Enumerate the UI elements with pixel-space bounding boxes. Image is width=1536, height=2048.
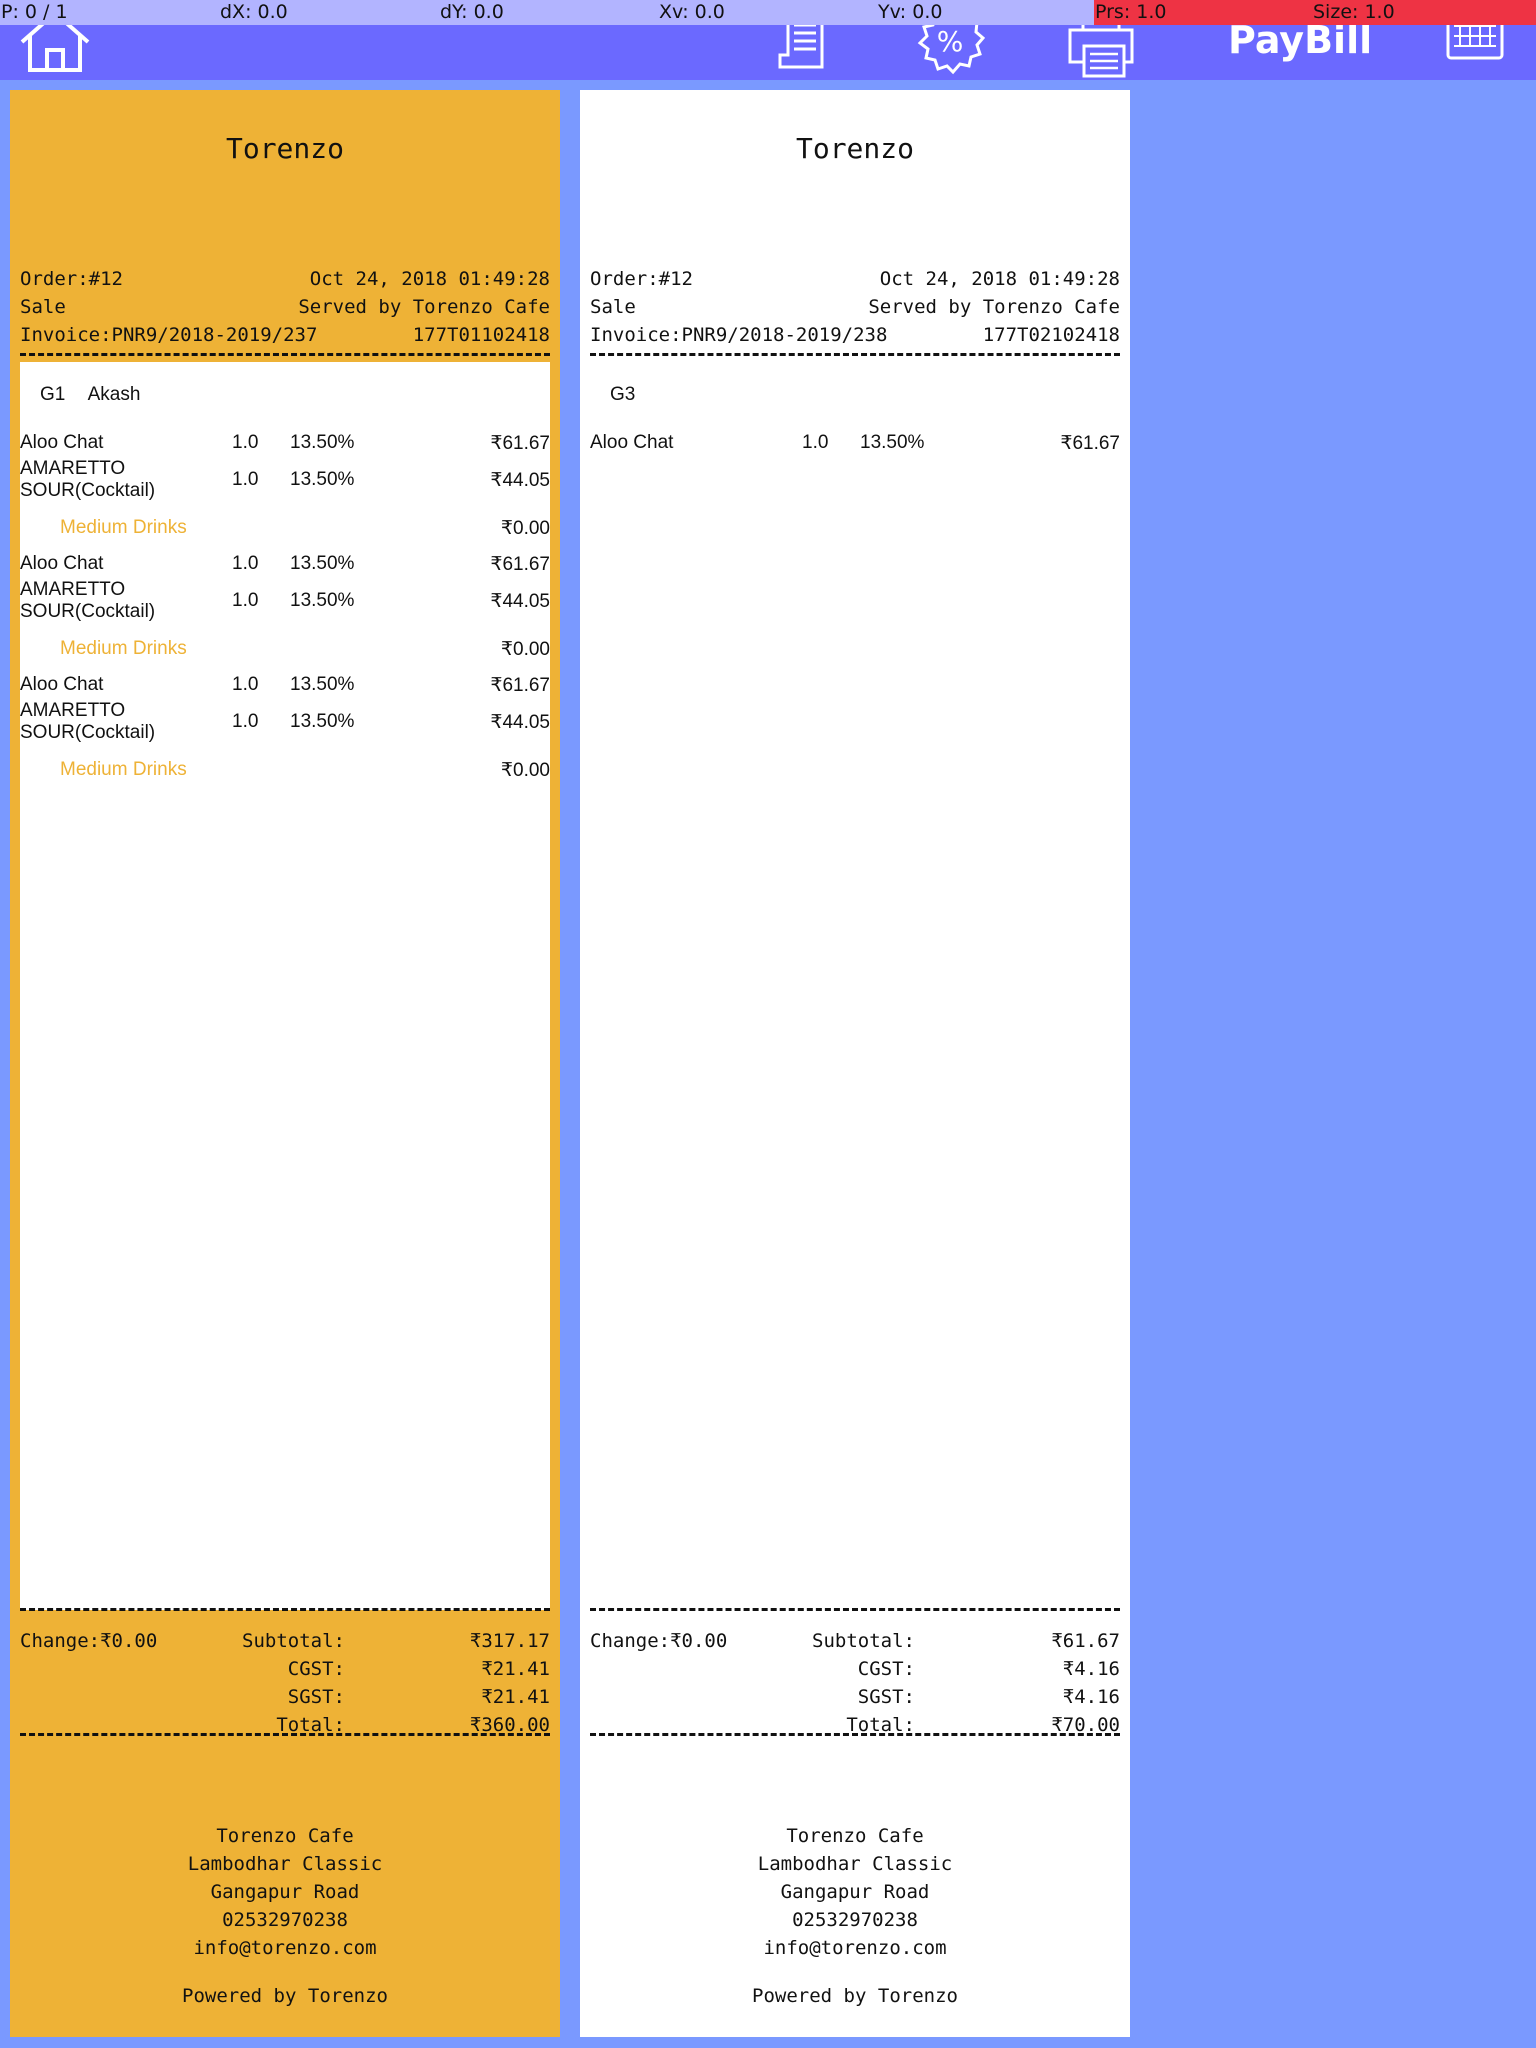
item-tax: 13.50% — [290, 553, 355, 574]
footer-email: info@torenzo.com — [193, 1937, 377, 1959]
item-tax: 13.50% — [290, 674, 355, 695]
sgst-label: SGST: — [857, 1686, 915, 1708]
debug-yv: Yv: 0.0 — [878, 1, 943, 23]
served-by: Served by Torenzo Cafe — [868, 296, 1120, 318]
divider — [20, 1733, 550, 1736]
modifier-name: Medium Drinks — [60, 517, 187, 538]
cgst-value: ₹4.16 — [1062, 1658, 1120, 1680]
item-tax: 13.50% — [290, 469, 355, 490]
modifier-price: ₹0.00 — [500, 518, 550, 539]
item-qty: 1.0 — [802, 432, 829, 453]
pointer-debug-overlay: P: 0 / 1 dX: 0.0 dY: 0.0 Xv: 0.0 Yv: 0.0… — [0, 0, 1536, 25]
order-number: Order:#12 — [20, 268, 123, 290]
order-number: Order:#12 — [590, 268, 693, 290]
sgst-label: SGST: — [287, 1686, 345, 1708]
item-price: ₹44.05 — [490, 591, 550, 612]
item-name: AMARETTO SOUR(Cocktail) — [20, 700, 156, 743]
item-qty: 1.0 — [232, 553, 259, 574]
order-datetime: Oct 24, 2018 01:49:28 — [309, 268, 550, 290]
powered-by: Powered by Torenzo — [182, 1985, 388, 2007]
footer-name: Torenzo Cafe — [786, 1825, 924, 1847]
receipt-title: Torenzo — [795, 132, 914, 165]
footer-address-1: Lambodhar Classic — [187, 1853, 383, 1875]
item-name: Aloo Chat — [20, 553, 104, 574]
item-qty: 1.0 — [232, 674, 259, 695]
invoice-number: Invoice:PNR9/2018-2019/238 — [590, 324, 888, 346]
divider — [590, 1608, 1120, 1611]
subtotal-label: Subtotal: — [242, 1630, 345, 1652]
item-price: ₹61.67 — [1060, 433, 1120, 454]
item-tax: 13.50% — [860, 432, 925, 453]
item-price: ₹44.05 — [490, 712, 550, 733]
order-datetime: Oct 24, 2018 01:49:28 — [879, 268, 1120, 290]
item-name: Aloo Chat — [590, 432, 674, 453]
served-by: Served by Torenzo Cafe — [298, 296, 550, 318]
svg-text:%: % — [937, 25, 964, 58]
item-tax: 13.50% — [290, 590, 355, 611]
footer-phone: 02532970238 — [792, 1909, 918, 1931]
table-number: G3 — [610, 384, 636, 405]
change-amount: Change:₹0.00 — [590, 1630, 728, 1652]
footer-phone: 02532970238 — [222, 1909, 348, 1931]
order-type: Sale — [20, 296, 66, 318]
item-qty: 1.0 — [232, 469, 259, 490]
divider — [590, 353, 1120, 356]
item-qty: 1.0 — [232, 432, 259, 453]
item-tax: 13.50% — [290, 432, 355, 453]
order-type: Sale — [590, 296, 636, 318]
debug-dx: dX: 0.0 — [220, 1, 288, 23]
table-customer-label: G1 Akash — [40, 384, 158, 406]
cgst-label: CGST: — [857, 1658, 915, 1680]
debug-xv: Xv: 0.0 — [659, 1, 725, 23]
table-number: G1 — [40, 384, 66, 405]
divider — [20, 353, 550, 356]
item-name: Aloo Chat — [20, 674, 104, 695]
invoice-code: 177T02102418 — [982, 324, 1120, 346]
item-list[interactable]: G1 Akash Aloo Chat 1.0 13.50% ₹61.67 AMA… — [20, 362, 550, 1610]
sgst-value: ₹4.16 — [1062, 1686, 1120, 1708]
receipt-card[interactable]: Torenzo Order:#12 Oct 24, 2018 01:49:28 S… — [580, 90, 1130, 2037]
footer-email: info@torenzo.com — [763, 1937, 947, 1959]
modifier-name: Medium Drinks — [60, 638, 187, 659]
modifier-name: Medium Drinks — [60, 759, 187, 780]
subtotal-value: ₹61.67 — [1051, 1630, 1120, 1652]
item-price: ₹61.67 — [490, 675, 550, 696]
subtotal-value: ₹317.17 — [469, 1630, 550, 1652]
customer-name: Akash — [87, 384, 141, 405]
divider — [590, 1733, 1120, 1736]
item-price: ₹44.05 — [490, 470, 550, 491]
footer-address-2: Gangapur Road — [210, 1881, 360, 1903]
item-name: AMARETTO SOUR(Cocktail) — [20, 458, 156, 501]
cgst-value: ₹21.41 — [481, 1658, 550, 1680]
cgst-label: CGST: — [287, 1658, 345, 1680]
item-tax: 13.50% — [290, 711, 355, 732]
item-qty: 1.0 — [232, 711, 259, 732]
divider — [20, 1608, 550, 1611]
change-amount: Change:₹0.00 — [20, 1630, 158, 1652]
powered-by: Powered by Torenzo — [752, 1985, 958, 2007]
item-name: Aloo Chat — [20, 432, 104, 453]
invoice-code: 177T01102418 — [412, 324, 550, 346]
debug-size: Size: 1.0 — [1312, 0, 1536, 25]
modifier-price: ₹0.00 — [500, 760, 550, 781]
sgst-value: ₹21.41 — [481, 1686, 550, 1708]
invoice-number: Invoice:PNR9/2018-2019/237 — [20, 324, 318, 346]
footer-address-1: Lambodhar Classic — [757, 1853, 953, 1875]
modifier-price: ₹0.00 — [500, 639, 550, 660]
debug-dy: dY: 0.0 — [440, 1, 504, 23]
subtotal-label: Subtotal: — [812, 1630, 915, 1652]
footer-name: Torenzo Cafe — [216, 1825, 354, 1847]
receipt-title: Torenzo — [225, 132, 344, 165]
receipt-card-selected[interactable]: Torenzo Order:#12 Oct 24, 2018 01:49:28 S… — [10, 90, 560, 2037]
item-name: AMARETTO SOUR(Cocktail) — [20, 579, 156, 622]
item-price: ₹61.67 — [490, 433, 550, 454]
item-qty: 1.0 — [232, 590, 259, 611]
item-price: ₹61.67 — [490, 554, 550, 575]
footer-address-2: Gangapur Road — [780, 1881, 930, 1903]
debug-pointer-count: P: 0 / 1 — [1, 1, 68, 23]
table-customer-label: G3 — [610, 384, 671, 406]
item-list[interactable]: G3 Aloo Chat 1.0 13.50% ₹61.67 — [590, 362, 1120, 1610]
debug-pressure: Prs: 1.0 — [1094, 0, 1312, 25]
